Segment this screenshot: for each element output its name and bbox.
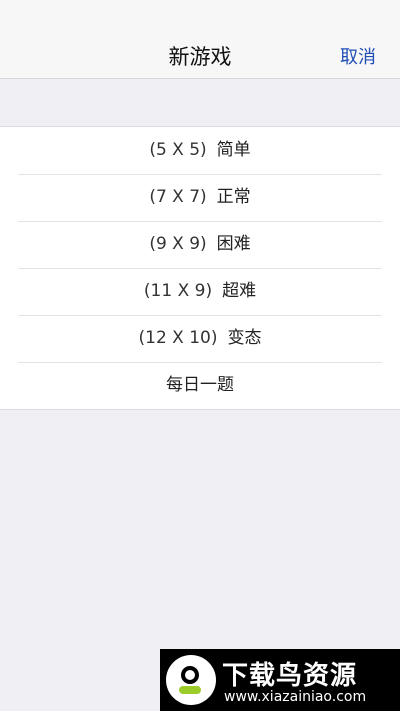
watermark-url: www.xiazainiao.com	[224, 689, 367, 705]
option-very-hard[interactable]: (11 X 9) 超难	[0, 268, 400, 315]
option-normal[interactable]: (7 X 7) 正常	[0, 174, 400, 221]
cancel-button[interactable]: 取消	[340, 43, 376, 69]
difficulty-list: (5 X 5) 简单 (7 X 7) 正常 (9 X 9) 困难 (11 X 9) 超难…	[0, 126, 400, 410]
option-size: (12 X 10)	[138, 328, 218, 348]
option-size: (7 X 7)	[149, 187, 207, 207]
option-easy[interactable]: (5 X 5) 简单	[0, 127, 400, 174]
option-size: (5 X 5)	[149, 140, 207, 160]
option-hard[interactable]: (9 X 9) 困难	[0, 221, 400, 268]
option-daily-puzzle[interactable]: 每日一题	[0, 362, 400, 409]
option-extreme[interactable]: (12 X 10) 变态	[0, 315, 400, 362]
option-size: (9 X 9)	[149, 234, 207, 254]
bird-logo-icon	[166, 655, 216, 705]
watermark-banner: 下载鸟资源 www.xiazainiao.com	[160, 649, 400, 711]
option-label: 简单	[216, 140, 251, 160]
option-label: 困难	[216, 234, 251, 254]
option-label: 变态	[227, 328, 262, 348]
option-size: (11 X 9)	[143, 281, 213, 301]
option-label: 正常	[216, 187, 251, 207]
option-label: 每日一题	[166, 375, 234, 395]
watermark-title: 下载鸟资源	[222, 661, 358, 691]
navigation-bar: 新游戏 取消	[0, 0, 400, 79]
new-game-screen: 新游戏 取消 (5 X 5) 简单 (7 X 7) 正常 (9 X 9) 困难 (11…	[0, 0, 400, 711]
option-label: 超难	[222, 281, 257, 301]
